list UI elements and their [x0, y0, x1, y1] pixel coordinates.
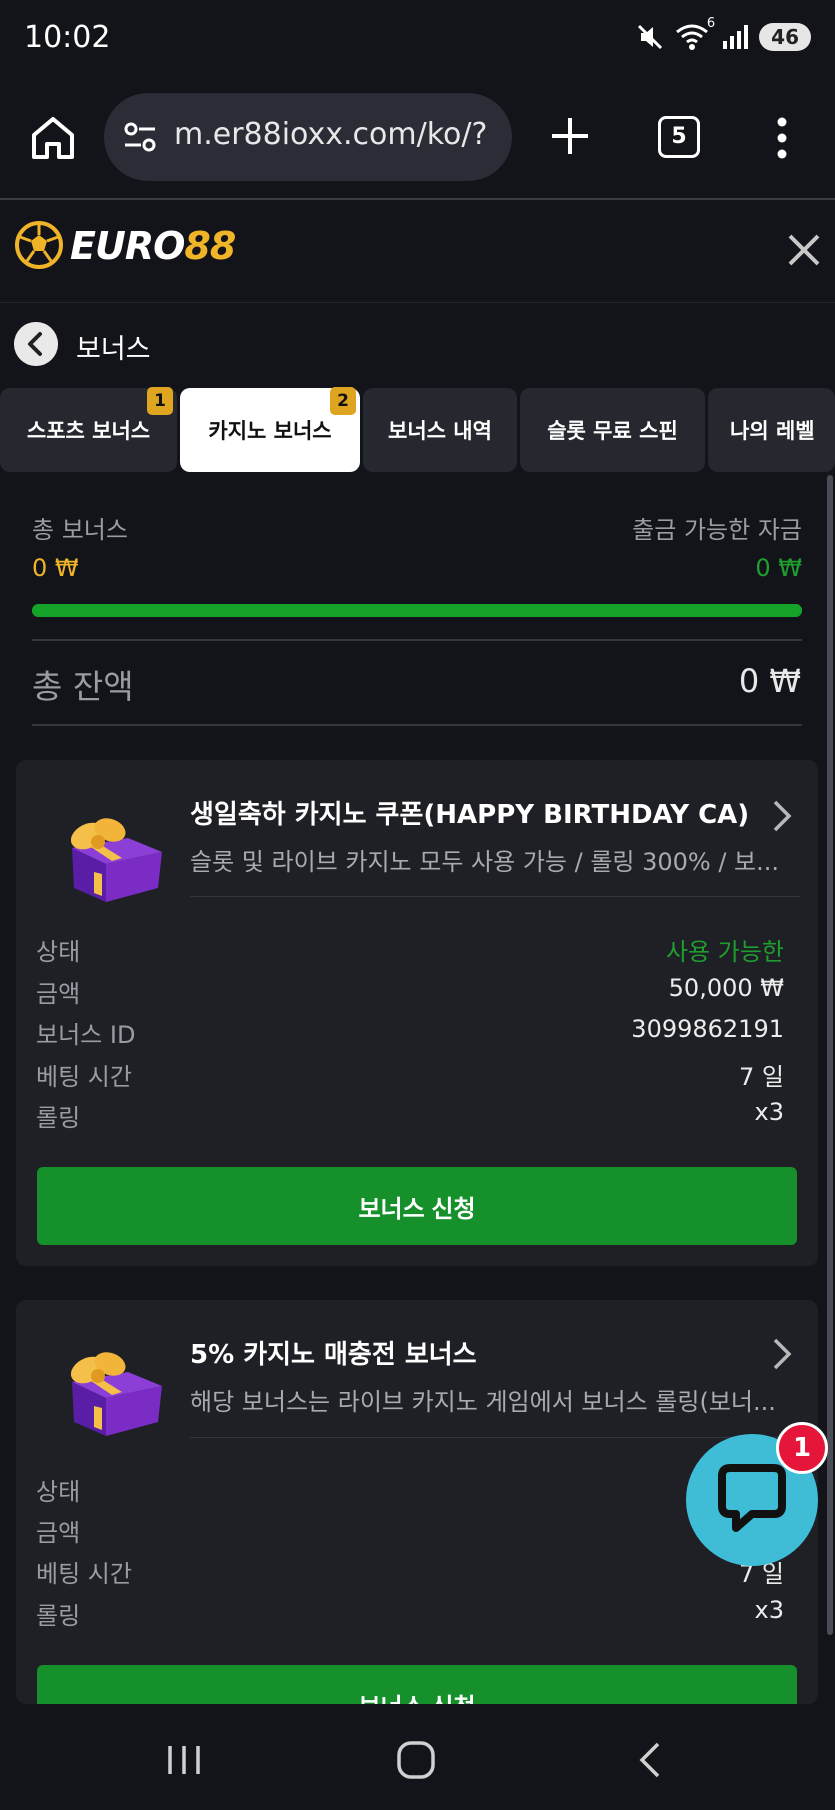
- bonus-progress-bar: [32, 604, 802, 617]
- battery-icon: 46: [759, 23, 811, 51]
- site-logo[interactable]: EURO88: [70, 224, 236, 268]
- tab-label: 카지노 보너스: [208, 419, 332, 443]
- status-label: 상태: [36, 938, 81, 966]
- page-title: 보너스: [76, 334, 151, 365]
- rolling-label: 롤링: [36, 1104, 81, 1132]
- total-bonus-value: 0 ₩: [32, 554, 79, 582]
- bonus-progress-fill: [32, 604, 802, 617]
- total-balance-label: 총 잔액: [32, 667, 134, 706]
- tab-label: 스포츠 보너스: [26, 419, 151, 443]
- bonus-id-label: 보너스 ID: [36, 1021, 136, 1049]
- tab-switcher-button[interactable]: 5: [658, 116, 700, 158]
- withdrawable-label: 출금 가능한 자금: [632, 516, 802, 544]
- recent-apps-icon[interactable]: [166, 1742, 202, 1778]
- tab-label: 보너스 내역: [388, 419, 492, 443]
- bonus-card: 생일축하 카지노 쿠폰(HAPPY BIRTHDAY CA) 슬롯 및 라이브 …: [16, 760, 818, 1266]
- soccer-ball-icon: [15, 221, 63, 269]
- chat-notification-badge: 1: [776, 1422, 828, 1474]
- tab-sports-bonus[interactable]: 스포츠 보너스 1: [0, 387, 177, 472]
- total-bonus-label: 총 보너스: [32, 516, 128, 544]
- rolling-label: 롤링: [36, 1602, 81, 1630]
- new-tab-icon[interactable]: [546, 112, 594, 160]
- tab-bonus-history[interactable]: 보너스 내역: [363, 388, 517, 472]
- gift-box-icon: [70, 1352, 162, 1436]
- betting-time-value: 7 일: [739, 1063, 784, 1091]
- page-scrollbar[interactable]: [827, 475, 833, 1635]
- total-balance-value: 0 ₩: [738, 662, 801, 700]
- amount-label: 금액: [36, 1519, 81, 1547]
- bonus-description: 해당 보너스는 라이브 카지노 게임에서 보너스 롤링(보너...: [190, 1388, 776, 1416]
- apply-bonus-button[interactable]: 보너스 신청: [37, 1167, 797, 1245]
- wifi-icon: 6: [675, 16, 715, 52]
- home-nav-icon[interactable]: [396, 1740, 436, 1780]
- tab-label: 나의 레벨: [730, 419, 815, 443]
- url-text: m.er88ioxx.com/ko/?: [174, 117, 488, 152]
- tab-casino-bonus[interactable]: 카지노 보너스 2: [180, 387, 360, 472]
- betting-time-label: 베팅 시간: [36, 1560, 132, 1588]
- logo-euro-text: EURO: [70, 224, 185, 268]
- bonus-id-value: 3099862191: [631, 1015, 784, 1043]
- status-label: 상태: [36, 1478, 81, 1506]
- amount-label: 금액: [36, 980, 81, 1008]
- status-icons: 6 46: [635, 16, 811, 52]
- tab-badge: 2: [330, 387, 356, 415]
- home-icon[interactable]: [28, 113, 78, 163]
- back-nav-icon[interactable]: [636, 1740, 664, 1780]
- divider: [32, 639, 802, 641]
- tab-slot-free-spin[interactable]: 슬롯 무료 스핀: [520, 388, 705, 472]
- status-value: 사용 가능한: [665, 938, 784, 966]
- rolling-value: x3: [754, 1098, 784, 1126]
- close-icon[interactable]: [784, 230, 824, 270]
- divider: [32, 724, 802, 726]
- browser-toolbar: m.er88ioxx.com/ko/? 5: [0, 80, 835, 200]
- tab-label: 슬롯 무료 스핀: [547, 419, 678, 443]
- system-nav-bar: [0, 1704, 835, 1810]
- signal-icon: [723, 25, 749, 49]
- divider: [190, 896, 800, 897]
- bonus-description: 슬롯 및 라이브 카지노 모두 사용 가능 / 롤링 300% / 보...: [190, 848, 780, 876]
- chevron-right-icon[interactable]: [770, 1336, 794, 1372]
- betting-time-label: 베팅 시간: [36, 1063, 132, 1091]
- amount-value: 50,000 ₩: [668, 974, 784, 1002]
- logo-88-text: 88: [184, 224, 236, 268]
- site-header: EURO88: [0, 200, 835, 303]
- address-bar[interactable]: m.er88ioxx.com/ko/?: [104, 93, 512, 181]
- wifi-label: 6: [706, 16, 716, 31]
- rolling-value: x3: [754, 1596, 784, 1624]
- withdrawable-value: 0 ₩: [755, 554, 802, 582]
- more-menu-icon[interactable]: [770, 114, 794, 162]
- tab-badge: 1: [147, 387, 173, 415]
- site-settings-icon[interactable]: [122, 119, 158, 155]
- mute-icon: [638, 24, 663, 50]
- back-button[interactable]: [14, 322, 58, 366]
- chevron-right-icon[interactable]: [770, 798, 794, 834]
- bonus-title[interactable]: 생일축하 카지노 쿠폰(HAPPY BIRTHDAY CA): [190, 794, 749, 831]
- apply-bonus-button[interactable]: 보너스 신청: [37, 1665, 797, 1704]
- bonus-title[interactable]: 5% 카지노 매충전 보너스: [190, 1334, 477, 1371]
- tab-my-level[interactable]: 나의 레벨: [708, 388, 835, 472]
- gift-box-icon: [70, 818, 162, 902]
- status-time: 10:02: [24, 20, 111, 55]
- status-bar: 10:02 6 46: [0, 0, 835, 80]
